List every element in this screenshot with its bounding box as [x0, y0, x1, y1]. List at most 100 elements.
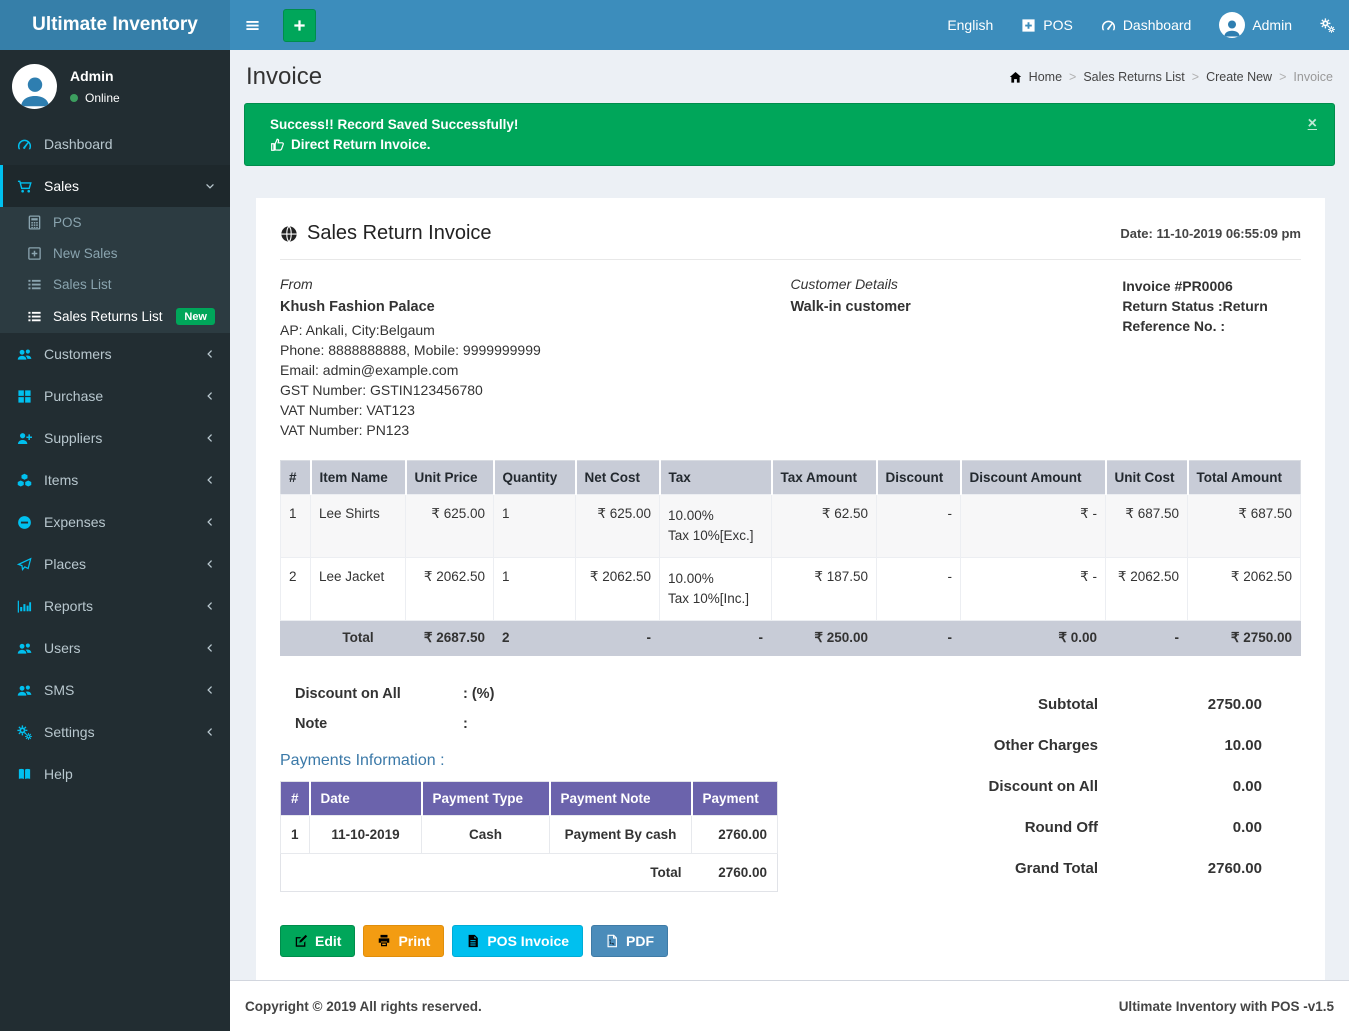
sidebar-item-reports[interactable]: Reports	[0, 585, 230, 627]
company-gst: GST Number: GSTIN123456780	[280, 380, 791, 400]
from-label: From	[280, 276, 791, 292]
plus-square-icon	[26, 246, 42, 261]
sidebar-user-status: Online	[70, 91, 120, 105]
items-table: # Item Name Unit Price Quantity Net Cost…	[280, 460, 1301, 656]
globe-icon	[280, 225, 298, 243]
from-section: From Khush Fashion Palace AP: Ankali, Ci…	[280, 276, 791, 440]
sidebar-item-sales-returns-list[interactable]: Sales Returns ListNew	[0, 300, 230, 333]
breadcrumb-current: Invoice	[1293, 70, 1333, 84]
success-alert: Success!! Record Saved Successfully! Dir…	[244, 103, 1335, 166]
breadcrumb-home[interactable]: Home	[1029, 70, 1062, 84]
print-button[interactable]: Print	[363, 925, 444, 957]
column-header: Total Amount	[1188, 461, 1301, 495]
customer-name: Walk-in customer	[791, 299, 1123, 315]
payments-title: Payments Information :	[280, 752, 852, 770]
paper-plane-icon	[15, 557, 33, 572]
payments-table: # Date Payment Type Payment Note Payment…	[280, 781, 778, 892]
sidebar-item-help[interactable]: Help	[0, 753, 230, 795]
bars-icon	[245, 18, 260, 33]
alert-message-row: Direct Return Invoice.	[270, 137, 1294, 152]
cogs-icon	[15, 725, 33, 740]
invoice-title: Sales Return Invoice	[307, 222, 492, 245]
file-text-icon	[466, 934, 480, 948]
sidebar-item-places[interactable]: Places	[0, 543, 230, 585]
users-icon	[15, 347, 33, 362]
sidebar-item-purchase[interactable]: Purchase	[0, 375, 230, 417]
column-header: Quantity	[494, 461, 576, 495]
sidebar-user-panel: Admin Online	[0, 50, 230, 123]
invoice-date: Date: 11-10-2019 06:55:09 pm	[1120, 226, 1301, 241]
alert-message: Direct Return Invoice.	[291, 137, 431, 152]
plus-square-icon	[1021, 18, 1036, 33]
column-header: Item Name	[311, 461, 406, 495]
discount-on-all-total-row: Discount on All0.00	[852, 778, 1262, 795]
users-icon	[15, 683, 33, 698]
payments-header-row: # Date Payment Type Payment Note Payment	[281, 782, 778, 816]
column-header: Tax	[660, 461, 772, 495]
sidebar-user-name: Admin	[70, 68, 120, 84]
sidebar-item-customers[interactable]: Customers	[0, 333, 230, 375]
sidebar-item-sales[interactable]: Sales	[0, 165, 230, 207]
quick-add-button[interactable]	[283, 9, 316, 42]
app-logo[interactable]: Ultimate Inventory	[0, 0, 230, 50]
chevron-left-icon	[205, 685, 215, 695]
book-icon	[15, 767, 33, 782]
column-header: Tax Amount	[772, 461, 877, 495]
minus-circle-icon	[15, 515, 33, 530]
round-off-row: Round Off0.00	[852, 819, 1262, 836]
navbar-right: English POS Dashboard Admin	[933, 0, 1349, 50]
sidebar-item-items[interactable]: Items	[0, 459, 230, 501]
sidebar-item-pos[interactable]: POS	[0, 207, 230, 238]
user-icon	[17, 73, 53, 109]
pdf-button[interactable]: PDF	[591, 925, 668, 957]
invoice-info: From Khush Fashion Palace AP: Ankali, Ci…	[280, 260, 1301, 460]
user-label: Admin	[1252, 17, 1292, 33]
column-header: Date	[310, 782, 422, 816]
sidebar-item-expenses[interactable]: Expenses	[0, 501, 230, 543]
column-header: Discount Amount	[961, 461, 1106, 495]
chevron-left-icon	[205, 349, 215, 359]
breadcrumb-create-new[interactable]: Create New	[1206, 70, 1272, 84]
close-icon[interactable]: ×	[1308, 116, 1317, 132]
company-vat2: VAT Number: PN123	[280, 420, 791, 440]
nav-language[interactable]: English	[933, 0, 1007, 50]
column-header: #	[281, 782, 310, 816]
payments-total-row: Total 2760.00	[281, 854, 778, 892]
sidebar-item-settings[interactable]: Settings	[0, 711, 230, 753]
list-icon	[26, 277, 42, 292]
breadcrumb-sales-returns-list[interactable]: Sales Returns List	[1083, 70, 1184, 84]
tax-cell: 10.00%Tax 10%[Inc.]	[660, 558, 772, 621]
chevron-left-icon	[205, 517, 215, 527]
nav-dashboard[interactable]: Dashboard	[1087, 0, 1206, 50]
pencil-square-icon	[294, 934, 308, 948]
edit-button[interactable]: Edit	[280, 925, 355, 957]
sidebar: Admin Online Dashboard Sales POS New Sal…	[0, 50, 230, 1031]
tachometer-icon	[1101, 18, 1116, 33]
sidebar-item-dashboard[interactable]: Dashboard	[0, 123, 230, 165]
nav-pos[interactable]: POS	[1007, 0, 1087, 50]
nav-settings[interactable]	[1306, 0, 1349, 50]
column-header: Payment Note	[550, 782, 692, 816]
dashboard-label: Dashboard	[1123, 17, 1192, 33]
nav-user-menu[interactable]: Admin	[1205, 0, 1306, 50]
sidebar-item-suppliers[interactable]: Suppliers	[0, 417, 230, 459]
item-row: 1 Lee Shirts ₹ 625.00 1 ₹ 625.00 10.00%T…	[281, 495, 1301, 558]
content-header: Invoice Home> Sales Returns List> Create…	[244, 50, 1335, 103]
cogs-icon	[1320, 18, 1335, 33]
sidebar-item-new-sales[interactable]: New Sales	[0, 238, 230, 269]
calculator-icon	[26, 215, 42, 230]
language-label: English	[947, 17, 993, 33]
sidebar-item-sales-list[interactable]: Sales List	[0, 269, 230, 300]
grand-total-row: Grand Total2760.00	[852, 860, 1262, 877]
pos-invoice-button[interactable]: POS Invoice	[452, 925, 583, 957]
column-header: Unit Cost	[1106, 461, 1188, 495]
page-title: Invoice	[246, 63, 322, 91]
subtotal-row: Subtotal2750.00	[852, 696, 1262, 713]
payment-row: 1 11-10-2019 Cash Payment By cash 2760.0…	[281, 816, 778, 854]
sidebar-item-users[interactable]: Users	[0, 627, 230, 669]
items-header-row: # Item Name Unit Price Quantity Net Cost…	[281, 461, 1301, 495]
sidebar-toggle-button[interactable]	[230, 1, 275, 50]
tachometer-icon	[15, 137, 33, 152]
company-phone: Phone: 8888888888, Mobile: 9999999999	[280, 340, 791, 360]
sidebar-item-sms[interactable]: SMS	[0, 669, 230, 711]
